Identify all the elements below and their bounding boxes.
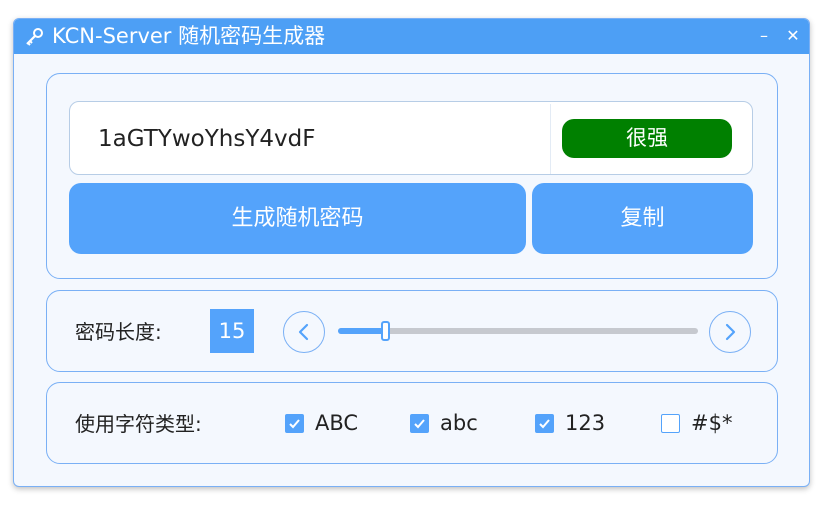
symbols-label[interactable]: #$* bbox=[691, 408, 732, 438]
symbols-checkbox[interactable] bbox=[661, 414, 680, 433]
digits-label[interactable]: 123 bbox=[565, 408, 605, 438]
digits-checkbox[interactable] bbox=[535, 414, 554, 433]
decrease-length-button[interactable] bbox=[283, 311, 325, 353]
check-icon bbox=[289, 419, 300, 429]
minimize-button[interactable]: – bbox=[754, 26, 774, 46]
length-label: 密码长度: bbox=[75, 320, 162, 344]
close-button[interactable]: ✕ bbox=[783, 26, 803, 46]
check-icon bbox=[539, 419, 550, 429]
copy-button[interactable]: 复制 bbox=[532, 183, 753, 254]
slider-thumb[interactable] bbox=[381, 321, 390, 341]
increase-length-button[interactable] bbox=[709, 311, 751, 353]
password-panel: 1aGTYwoYhsY4vdF 很强 生成随机密码 复制 bbox=[46, 73, 778, 279]
char-type-panel: 使用字符类型: ABC abc 123 #$* bbox=[46, 382, 778, 464]
password-field[interactable]: 1aGTYwoYhsY4vdF 很强 bbox=[69, 101, 753, 175]
app-window: KCN-Server 随机密码生成器 – ✕ 1aGTYwoYhsY4vdF 很… bbox=[13, 18, 810, 487]
slider-fill bbox=[338, 328, 385, 334]
password-value[interactable]: 1aGTYwoYhsY4vdF bbox=[98, 124, 315, 154]
uppercase-checkbox[interactable] bbox=[285, 414, 304, 433]
lowercase-checkbox[interactable] bbox=[410, 414, 429, 433]
uppercase-label[interactable]: ABC bbox=[315, 408, 358, 438]
strength-badge: 很强 bbox=[562, 119, 732, 158]
chevron-left-icon bbox=[298, 323, 309, 341]
length-value: 15 bbox=[210, 309, 254, 353]
key-icon bbox=[24, 27, 44, 47]
divider bbox=[550, 104, 551, 174]
check-icon bbox=[414, 419, 425, 429]
window-title: KCN-Server 随机密码生成器 bbox=[52, 24, 326, 48]
chevron-right-icon bbox=[725, 323, 736, 341]
char-type-label: 使用字符类型: bbox=[75, 412, 202, 436]
title-bar[interactable]: KCN-Server 随机密码生成器 – ✕ bbox=[14, 19, 809, 54]
length-slider[interactable] bbox=[338, 321, 698, 341]
length-panel: 密码长度: 15 bbox=[46, 290, 778, 372]
lowercase-label[interactable]: abc bbox=[440, 408, 478, 438]
generate-password-button[interactable]: 生成随机密码 bbox=[69, 183, 526, 254]
